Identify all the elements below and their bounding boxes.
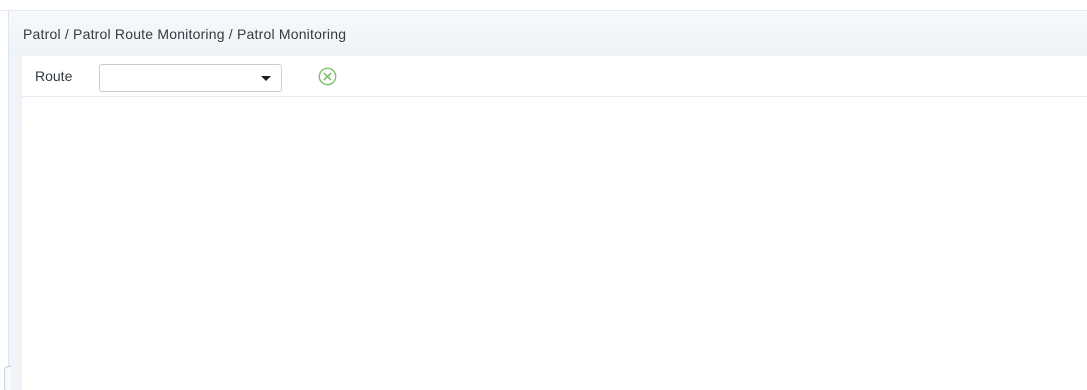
sidebar-collapse-handle[interactable] — [4, 366, 11, 390]
top-divider — [0, 0, 1087, 11]
filter-bar: Route — [22, 56, 1087, 97]
left-frame — [8, 11, 23, 390]
patrol-monitoring-page: Patrol / Patrol Route Monitoring / Patro… — [0, 0, 1087, 390]
clear-filter-button[interactable] — [318, 67, 337, 86]
route-label: Route — [35, 68, 73, 84]
breadcrumb: Patrol / Patrol Route Monitoring / Patro… — [23, 25, 347, 42]
clear-circle-icon — [318, 67, 337, 86]
breadcrumb-bar: Patrol / Patrol Route Monitoring / Patro… — [9, 11, 1087, 56]
chevron-down-icon — [261, 76, 271, 81]
route-select[interactable] — [99, 64, 282, 92]
monitoring-content-area — [22, 97, 1087, 390]
